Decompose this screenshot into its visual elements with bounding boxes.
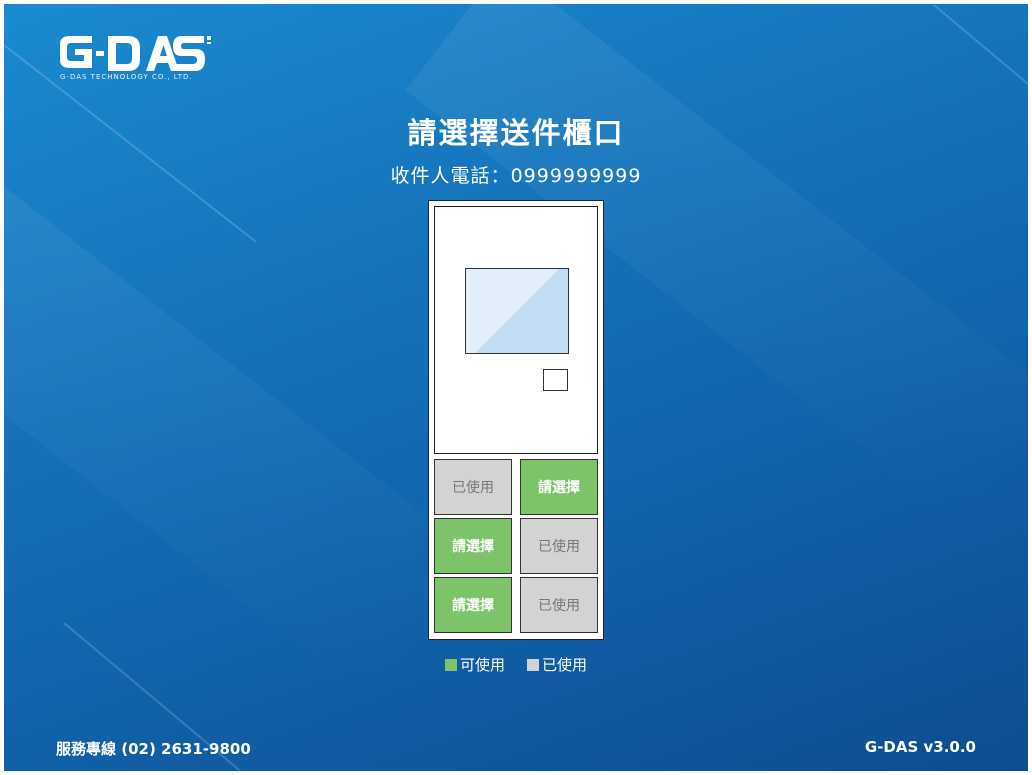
kiosk-display xyxy=(465,268,569,354)
legend-used-label: 已使用 xyxy=(542,656,588,674)
locker-slot-3[interactable]: 請選擇 xyxy=(434,518,512,574)
locker-slot-2[interactable]: 請選擇 xyxy=(520,459,598,515)
legend: 可使用 已使用 xyxy=(4,654,1028,675)
phone-label: 收件人電話： xyxy=(390,165,511,187)
locker-slot-4: 已使用 xyxy=(520,518,598,574)
control-panel xyxy=(434,206,598,454)
page-title: 請選擇送件櫃口 xyxy=(407,116,625,150)
locker-slot-6: 已使用 xyxy=(520,577,598,633)
legend-used: 已使用 xyxy=(527,654,587,675)
legend-available: 可使用 xyxy=(444,654,505,675)
locker-cabinet: 已使用 請選擇 請選擇 已使用 請選擇 已使用 xyxy=(428,200,604,640)
legend-available-label: 可使用 xyxy=(459,656,505,674)
locker-slot-1: 已使用 xyxy=(434,459,512,515)
background-glow xyxy=(4,124,476,697)
used-swatch xyxy=(527,658,539,671)
background-streak xyxy=(933,4,1028,96)
company-name: G-DAS TECHNOLOGY CO., LTD. xyxy=(60,73,193,81)
available-swatch xyxy=(444,658,457,671)
version-label: G-DAS v3.0.0 xyxy=(864,738,976,756)
phone-value: 0999999999 xyxy=(510,165,642,187)
card-reader xyxy=(543,369,568,391)
locker-slot-5[interactable]: 請選擇 xyxy=(434,577,512,633)
gdas-logo xyxy=(56,34,216,94)
recipient-phone: 收件人電話：0999999999 xyxy=(4,161,1028,188)
kiosk-screen: G-DAS TECHNOLOGY CO., LTD. 請選擇送件櫃口 收件人電話… xyxy=(4,4,1028,771)
service-hotline: 服務專線 (02) 2631-9800 xyxy=(56,740,251,758)
